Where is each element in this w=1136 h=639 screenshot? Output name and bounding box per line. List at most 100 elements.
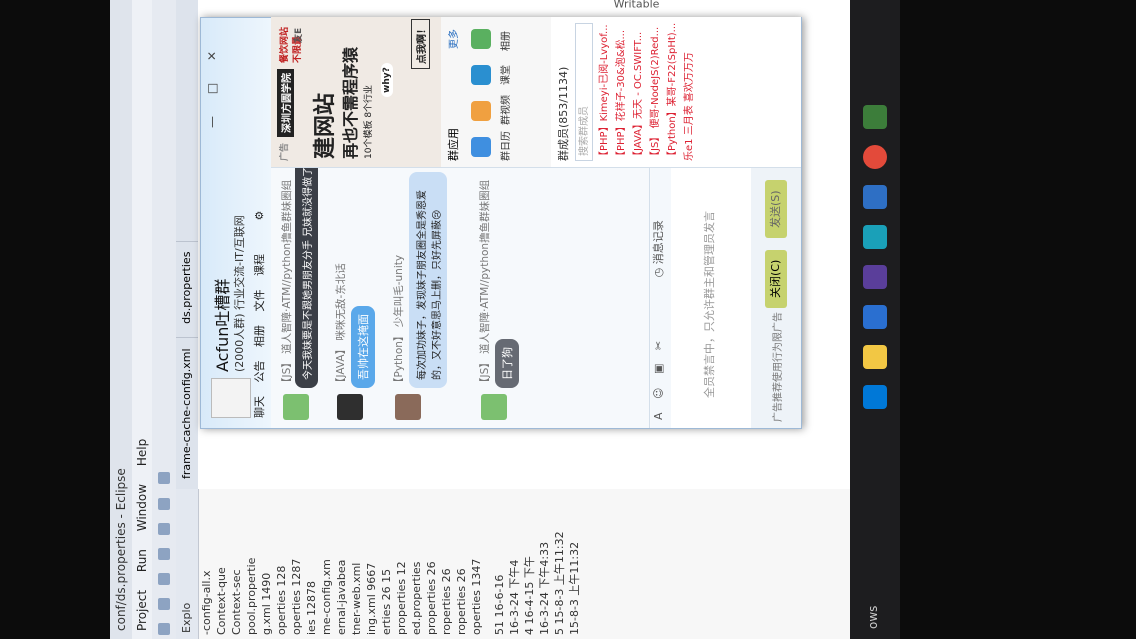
- tab-ds-properties[interactable]: ds.properties: [176, 240, 198, 334]
- explorer-row[interactable]: erties 26 15: [379, 489, 394, 639]
- history-row[interactable]: 5 15-8-3 上午11:32: [552, 489, 567, 639]
- menu-project[interactable]: Project: [135, 590, 149, 631]
- member-item[interactable]: 【JAVA】无天 - OC.SWIFT...: [631, 32, 647, 161]
- member-item[interactable]: 【JS】 便哥-NodeJS(2)Red...: [648, 27, 664, 161]
- new-icon[interactable]: [158, 623, 170, 635]
- member-item[interactable]: 【PHP】花样子-30&泡&松...: [614, 30, 630, 161]
- menu-run[interactable]: Run: [135, 549, 149, 572]
- explorer-row[interactable]: -config-all.x: [199, 489, 214, 639]
- clock-icon[interactable]: ◷: [652, 268, 665, 278]
- search-icon[interactable]: [158, 522, 170, 535]
- start-label[interactable]: ows: [866, 606, 880, 629]
- member-item[interactable]: 【PHP】Kimeyi-已阅-Lvyof...: [597, 24, 613, 161]
- classroom-icon[interactable]: [471, 65, 491, 85]
- explorer-row[interactable]: roperties 26: [454, 489, 469, 639]
- explorer-row[interactable]: operties 1287: [289, 489, 304, 639]
- explorer-row[interactable]: ies 12878: [304, 489, 319, 639]
- tab-notice[interactable]: 公告: [249, 361, 271, 383]
- folder-icon[interactable]: [863, 345, 887, 369]
- avatar[interactable]: [395, 394, 421, 420]
- explorer-row[interactable]: pool.propertie: [244, 489, 259, 639]
- explorer-row[interactable]: properties 12: [394, 489, 409, 639]
- settings-gear-icon[interactable]: ⚙: [249, 211, 271, 221]
- tab-album[interactable]: 相册: [249, 325, 271, 347]
- avatar[interactable]: [337, 394, 363, 420]
- ad-subheadline: 再也不需程序猿: [341, 46, 360, 159]
- explorer-row[interactable]: tner-web.xml: [349, 489, 364, 639]
- tab-frame-cache-config[interactable]: frame-cache-config.xml: [176, 337, 198, 489]
- explorer-row[interactable]: operties 1347: [469, 489, 484, 639]
- group-avatar[interactable]: [211, 378, 251, 418]
- back-icon[interactable]: [158, 497, 170, 510]
- ad-banner[interactable]: 广告 深圳方圆学院 餐饮网站 不限量 建网站 再也不需程序猿 10个模板 8个行…: [271, 17, 441, 167]
- explorer-row[interactable]: properties 26: [424, 489, 439, 639]
- app-label[interactable]: 相册: [497, 31, 512, 51]
- avatar[interactable]: [283, 394, 309, 420]
- save-icon[interactable]: [158, 597, 170, 610]
- emoji-icon[interactable]: ☺: [652, 388, 665, 399]
- debug-icon[interactable]: [158, 572, 170, 585]
- tab-chat[interactable]: 聊天: [249, 396, 271, 418]
- menu-help[interactable]: Help: [135, 439, 149, 466]
- eclipse-icon[interactable]: [863, 265, 887, 289]
- tab-course[interactable]: 课程: [249, 254, 271, 276]
- font-icon[interactable]: A: [652, 412, 665, 420]
- explorer-row[interactable]: me-config.xm: [319, 489, 334, 639]
- qq-header: Acfun吐槽群 (2000人群) 行业交流-IT/互联网 — □ ✕ 聊天 公…: [201, 18, 271, 428]
- edge-icon[interactable]: [863, 385, 887, 409]
- history-row[interactable]: 16-3-24 下午4: [507, 489, 522, 639]
- qq-icon[interactable]: [863, 185, 887, 209]
- chrome-icon[interactable]: [863, 145, 887, 169]
- image-icon[interactable]: ▣: [652, 364, 665, 374]
- explorer-row[interactable]: Context-sec: [229, 489, 244, 639]
- app-label[interactable]: 群视频: [497, 95, 512, 125]
- input-hint: 全员禁言中，只允许群主和管理员发言: [703, 211, 716, 398]
- ad-logo: 友E: [294, 27, 304, 43]
- explorer-row[interactable]: ed.properties: [409, 489, 424, 639]
- apps-more-link[interactable]: 更多: [445, 29, 460, 49]
- member-item[interactable]: 【Python】某哥-F22(SpHt)...: [665, 23, 681, 161]
- explorer-tab[interactable]: Explo: [176, 489, 199, 639]
- history-list: 51 16-6-16 16-3-24 下午4 4 16-4-15 下午 16-3-24…: [492, 489, 582, 639]
- explorer-row[interactable]: roperties 26: [439, 489, 454, 639]
- send-button[interactable]: 发送(S): [765, 180, 787, 238]
- history-row[interactable]: 4 16-4-15 下午: [522, 489, 537, 639]
- album-icon[interactable]: [471, 29, 491, 49]
- explorer-row[interactable]: Context-que: [214, 489, 229, 639]
- calendar-icon[interactable]: [471, 137, 491, 157]
- scissors-icon[interactable]: ✂: [652, 341, 665, 350]
- close-button[interactable]: ✕: [205, 51, 219, 61]
- excel-icon[interactable]: [863, 105, 887, 129]
- avatar[interactable]: [481, 394, 507, 420]
- app-label[interactable]: 群日历: [497, 131, 512, 161]
- explorer-row[interactable]: g.xml 1490: [259, 489, 274, 639]
- app-label[interactable]: 课堂: [497, 65, 512, 85]
- message-input[interactable]: 全员禁言中，只允许群主和管理员发言: [671, 168, 751, 428]
- chat-area: 【JS】 道人智障·ATM//python撸鱼群妹圈组 今天我妹要是不跟她男朋友…: [271, 158, 651, 428]
- close-chat-button[interactable]: 关闭(C): [765, 249, 787, 308]
- apps-title: 群应用: [447, 128, 460, 161]
- explorer-row[interactable]: operties 128: [274, 489, 289, 639]
- history-row[interactable]: 51 16-6-16: [492, 489, 507, 639]
- footer-ad-text[interactable]: 广告推荐使用行为限广告: [769, 312, 784, 422]
- history-row[interactable]: 15-8-3 上午11:32: [567, 489, 582, 639]
- menu-window[interactable]: Window: [135, 484, 149, 531]
- maximize-button[interactable]: □: [205, 83, 219, 94]
- forward-icon[interactable]: [158, 472, 170, 485]
- history-row[interactable]: 16-3-24 下午4:33: [537, 489, 552, 639]
- video-icon[interactable]: [471, 101, 491, 121]
- tab-files[interactable]: 文件: [249, 290, 271, 312]
- history-link[interactable]: 消息记录: [652, 220, 665, 264]
- message-bubble: 日了狗: [495, 339, 519, 388]
- ad-cta-button[interactable]: 点我啊！: [411, 19, 430, 69]
- qq-group-window: Acfun吐槽群 (2000人群) 行业交流-IT/互联网 — □ ✕ 聊天 公…: [200, 17, 802, 429]
- member-item[interactable]: 乐e1 三月表 喜欢万万万: [682, 52, 698, 161]
- explorer-row[interactable]: ernal-javabea: [334, 489, 349, 639]
- app-icon[interactable]: [863, 225, 887, 249]
- minimize-button[interactable]: —: [205, 116, 219, 128]
- member-search-input[interactable]: 搜索群成员: [575, 23, 593, 161]
- group-name[interactable]: Acfun吐槽群: [209, 279, 233, 372]
- run-icon[interactable]: [158, 547, 170, 560]
- explorer-row[interactable]: ing.xml 9667: [364, 489, 379, 639]
- store-icon[interactable]: [863, 305, 887, 329]
